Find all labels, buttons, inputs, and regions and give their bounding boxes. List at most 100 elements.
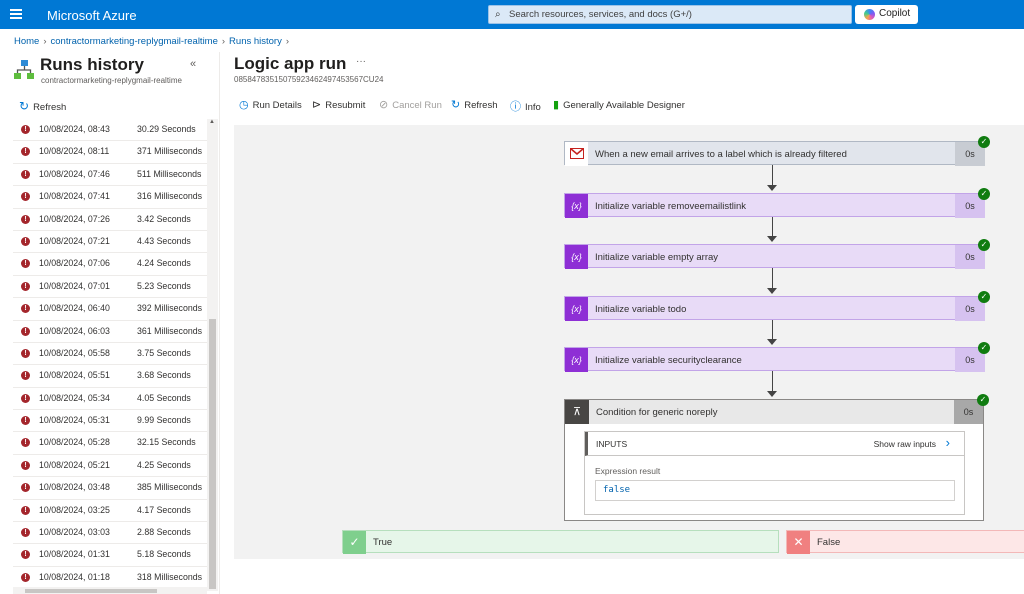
run-row[interactable]: ! 10/08/2024, 07:01 5.23 Seconds [13,276,207,299]
run-row[interactable]: ! 10/08/2024, 03:25 4.17 Seconds [13,500,207,523]
error-status-icon: ! [21,505,30,515]
success-check-icon: ✓ [978,136,990,148]
init-variable-step[interactable]: {x} Initialize variable todo 0s ✓ [564,291,990,321]
init-variable-step[interactable]: {x} Initialize variable empty array 0s ✓ [564,239,990,269]
run-date: 10/08/2024, 07:26 [39,213,110,224]
error-status-icon: ! [21,348,30,358]
run-duration: 2.88 Seconds [137,527,191,538]
run-row[interactable]: ! 10/08/2024, 07:26 3.42 Seconds [13,209,207,231]
error-status-icon: ! [21,192,30,202]
scrollbar-thumb[interactable] [25,589,157,593]
condition-icon: ⊼ [565,400,589,424]
more-options-icon[interactable]: ··· [356,56,366,67]
error-status-icon: ! [21,236,30,246]
trigger-step[interactable]: When a new email arrives to a label whic… [564,136,990,166]
scroll-up-icon[interactable]: ▲ [209,119,215,125]
copilot-button[interactable]: Copilot [855,5,918,24]
arrow-down-icon [767,391,777,397]
run-row[interactable]: ! 10/08/2024, 08:43 30.29 Seconds [13,119,207,142]
arrow-down-icon [767,288,777,294]
init-variable-step[interactable]: {x} Initialize variable securityclearanc… [564,342,990,372]
global-search-input[interactable]: ⌕ Search resources, services, and docs (… [488,5,852,24]
condition-step[interactable]: ⊼ Condition for generic noreply 0s ✓ INP… [564,394,989,521]
step-label: Initialize variable empty array [595,252,719,263]
run-row[interactable]: ! 10/08/2024, 05:31 9.99 Seconds [13,410,207,433]
step-label: Initialize variable securityclearance [595,355,742,366]
success-check-icon: ✓ [978,188,990,200]
condition-header[interactable]: ⊼ Condition for generic noreply 0s [565,400,983,424]
search-icon: ⌕ [495,9,501,20]
true-branch[interactable]: ✓ True [342,530,779,554]
false-branch[interactable]: ✕ False [786,530,1024,554]
run-date: 10/08/2024, 01:18 [39,571,110,582]
run-row[interactable]: ! 10/08/2024, 08:11 371 Milliseconds [13,141,207,164]
error-status-icon: ! [21,147,30,157]
run-row[interactable]: ! 10/08/2024, 07:21 4.43 Seconds [13,231,207,254]
portal-brand[interactable]: Microsoft Azure [47,8,137,23]
error-status-icon: ! [21,483,30,493]
run-row[interactable]: ! 10/08/2024, 07:06 4.24 Seconds [13,253,207,276]
run-details-label: Run Details [252,100,302,111]
run-date: 10/08/2024, 05:31 [39,415,110,426]
hamburger-menu-icon[interactable] [10,9,22,19]
run-row[interactable]: ! 10/08/2024, 03:48 385 Milliseconds [13,477,207,500]
runs-vertical-scrollbar[interactable]: ▲ [207,119,218,591]
run-row[interactable]: ! 10/08/2024, 01:18 318 Milliseconds [13,567,207,589]
scrollbar-thumb[interactable] [209,319,216,589]
runs-list: ! 10/08/2024, 08:43 30.29 Seconds! 10/08/20… [13,119,207,589]
init-variable-step[interactable]: {x} Initialize variable removeemailistli… [564,188,990,218]
run-row[interactable]: ! 10/08/2024, 06:03 361 Milliseconds [13,321,207,343]
variable-icon: {x} [565,194,588,218]
run-duration: 9.99 Seconds [137,415,191,426]
refresh-button[interactable]: ↻ Refresh [451,98,497,111]
top-bar: Microsoft Azure ⌕ Search resources, serv… [0,0,1024,29]
run-date: 10/08/2024, 05:28 [39,437,110,448]
cancel-run-button[interactable]: ⊘ Cancel Run [379,98,442,111]
run-details-button[interactable]: ◷ Run Details [239,98,302,111]
error-status-icon: ! [21,125,30,134]
breadcrumb-app[interactable]: contractormarketing-replygmail-realtime [51,36,218,47]
run-row[interactable]: ! 10/08/2024, 05:21 4.25 Seconds [13,455,207,478]
info-button[interactable]: ⓘ Info [510,98,541,114]
error-status-icon: ! [21,528,30,538]
error-status-icon: ! [21,169,30,179]
cancel-run-label: Cancel Run [392,100,442,111]
run-duration: 3.75 Seconds [137,347,191,358]
run-duration: 4.43 Seconds [137,235,191,246]
designer-button[interactable]: ▮ Generally Available Designer [553,98,685,111]
run-row[interactable]: ! 10/08/2024, 07:41 316 Milliseconds [13,186,207,209]
breadcrumb-home[interactable]: Home [14,36,39,47]
run-duration: 371 Milliseconds [137,146,203,157]
close-icon: ✕ [787,531,810,554]
run-date: 10/08/2024, 05:58 [39,347,110,358]
run-duration: 5.23 Seconds [137,280,191,291]
run-row[interactable]: ! 10/08/2024, 05:51 3.68 Seconds [13,365,207,388]
run-date: 10/08/2024, 03:48 [39,482,110,493]
run-row[interactable]: ! 10/08/2024, 06:40 392 Milliseconds [13,298,207,321]
flow-connector [772,217,773,237]
chevron-right-icon: › [285,36,290,47]
chevron-right-icon[interactable]: › [946,435,950,450]
show-raw-inputs-link[interactable]: Show raw inputs [874,439,936,449]
run-date: 10/08/2024, 08:11 [39,146,110,157]
breadcrumb-runs[interactable]: Runs history [229,36,282,47]
flow-connector [772,165,773,186]
run-row[interactable]: ! 10/08/2024, 05:58 3.75 Seconds [13,343,207,366]
resubmit-button[interactable]: ⊳ Resubmit [312,98,365,111]
run-row[interactable]: ! 10/08/2024, 05:34 4.05 Seconds [13,388,207,411]
inputs-section: INPUTS Show raw inputs › Expression resu… [584,431,965,515]
collapse-panel-icon[interactable]: « [190,58,196,70]
branch-label: True [373,537,393,548]
run-row[interactable]: ! 10/08/2024, 07:46 511 Milliseconds [13,164,207,187]
run-duration: 392 Milliseconds [137,303,203,314]
run-row[interactable]: ! 10/08/2024, 01:31 5.18 Seconds [13,544,207,567]
run-date: 10/08/2024, 05:34 [39,392,110,403]
runs-horizontal-scrollbar[interactable] [13,587,207,594]
run-duration: 316 Milliseconds [137,191,203,202]
runs-refresh-button[interactable]: ↻ Refresh [19,99,66,113]
run-row[interactable]: ! 10/08/2024, 03:03 2.88 Seconds [13,522,207,545]
refresh-icon: ↻ [451,99,461,111]
flow-connector [772,320,773,340]
info-icon: ⓘ [510,101,521,113]
run-row[interactable]: ! 10/08/2024, 05:28 32.15 Seconds [13,432,207,455]
